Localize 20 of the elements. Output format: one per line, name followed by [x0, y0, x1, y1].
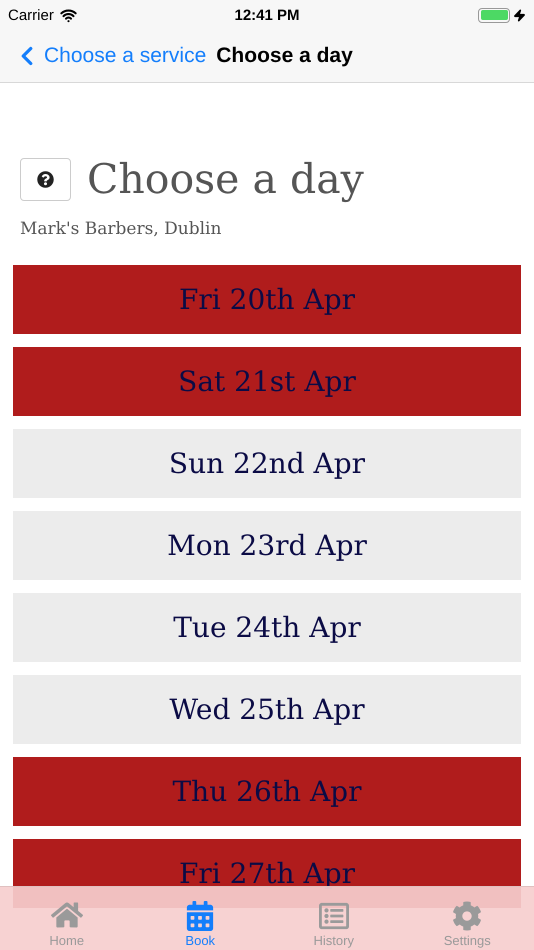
day-button[interactable]: Fri 20th Apr — [13, 265, 521, 334]
help-button[interactable] — [20, 158, 71, 200]
day-button[interactable]: Wed 25th Apr — [13, 675, 521, 744]
page-title: Choose a day — [87, 155, 364, 203]
status-time: 12:41 PM — [234, 6, 300, 24]
day-button[interactable]: Mon 23rd Apr — [13, 511, 521, 580]
list-icon — [318, 901, 349, 931]
nav-title: Choose a day — [216, 44, 353, 68]
calendar-icon — [185, 901, 216, 931]
shop-name: Mark's Barbers, Dublin — [20, 219, 222, 239]
question-icon — [37, 170, 54, 188]
day-button[interactable]: Tue 24th Apr — [13, 593, 521, 662]
settings-icon — [452, 901, 482, 931]
battery-icon — [478, 8, 510, 22]
day-button[interactable]: Sat 21st Apr — [13, 347, 521, 416]
back-link[interactable]: Choose a service — [12, 41, 206, 71]
day-button[interactable]: Sun 22nd Apr — [13, 429, 521, 498]
wifi-icon — [60, 6, 77, 24]
carrier-label: Carrier — [8, 6, 54, 24]
day-button[interactable]: Thu 26th Apr — [13, 757, 521, 826]
